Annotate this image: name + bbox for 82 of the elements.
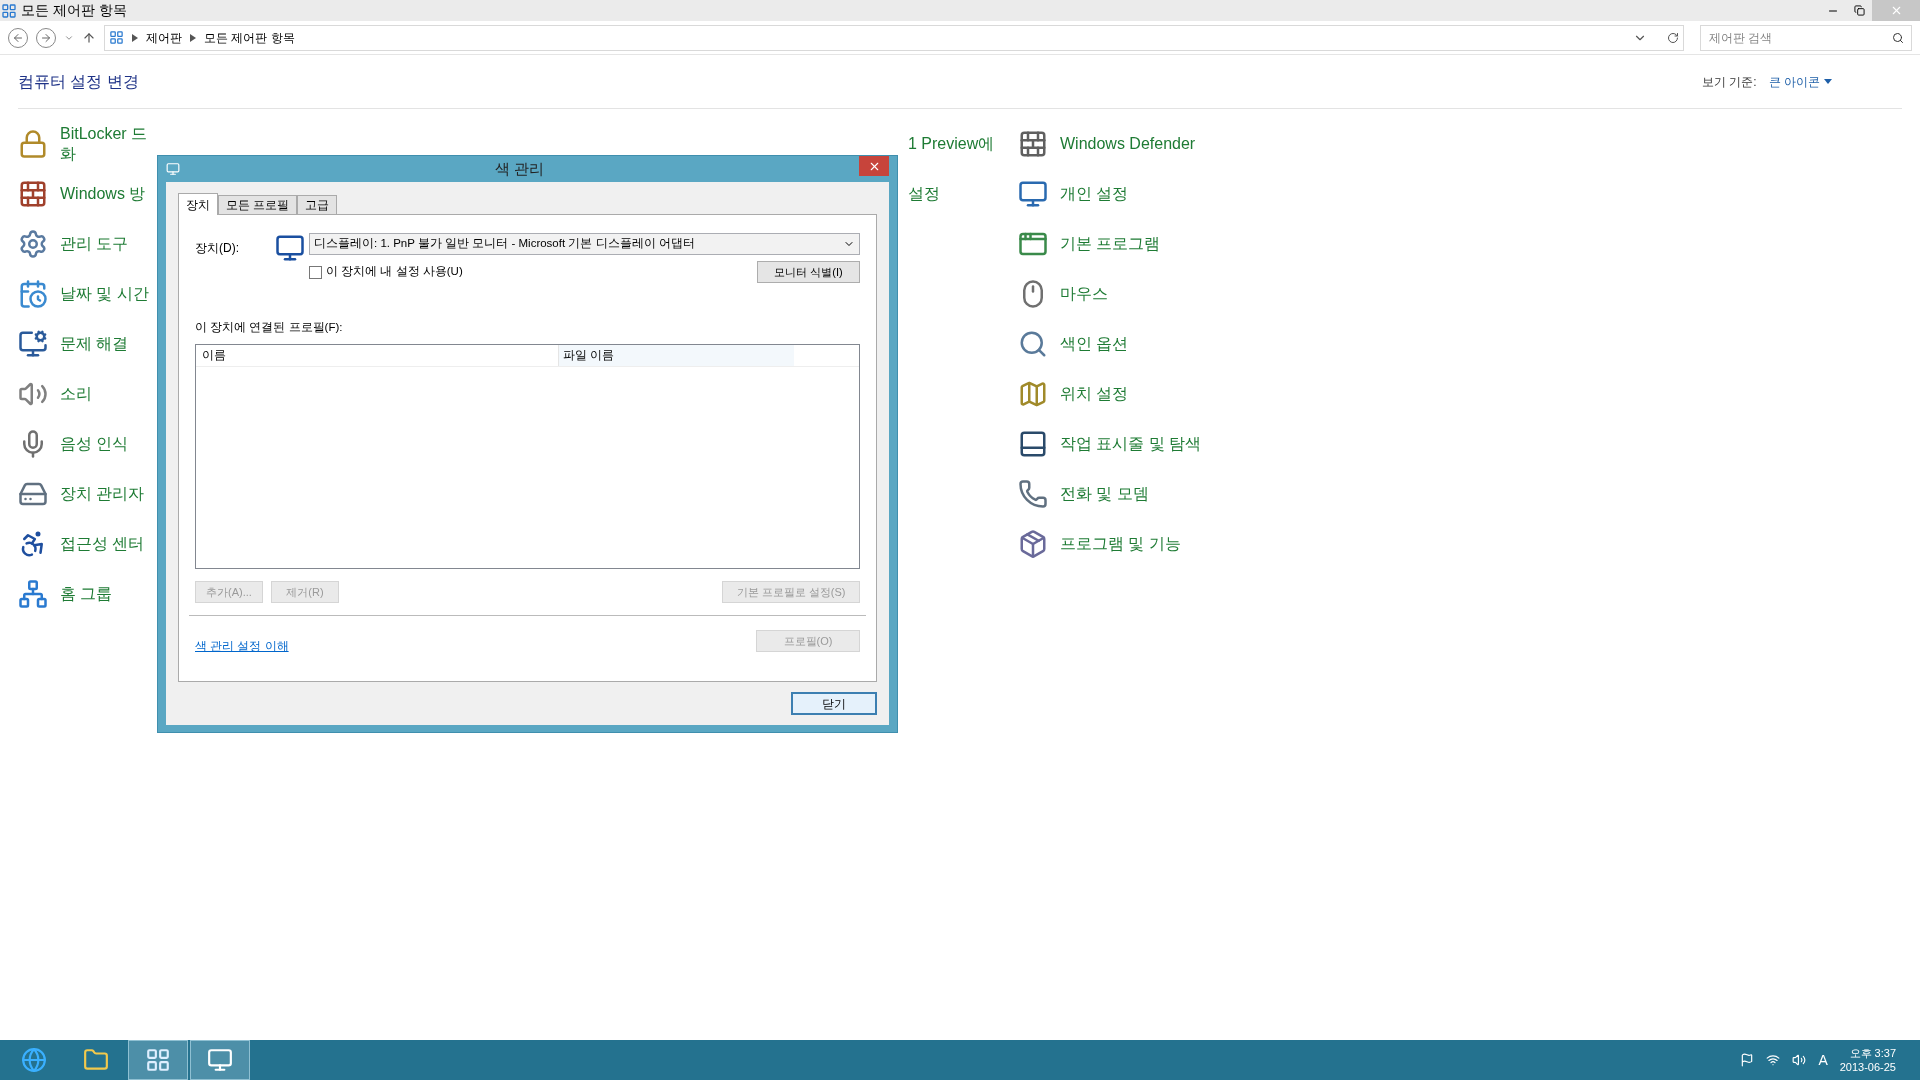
window-title: 모든 제어판 항목 bbox=[21, 1, 127, 20]
control-panel-icon bbox=[109, 30, 124, 45]
address-bar[interactable]: 제어판 모든 제어판 항목 bbox=[104, 24, 1684, 51]
calendar-icon bbox=[18, 279, 48, 309]
tab[interactable]: 장치 bbox=[178, 193, 218, 215]
control-panel-link[interactable]: 홈 그룹 bbox=[60, 584, 113, 604]
breadcrumb[interactable]: 제어판 bbox=[146, 28, 182, 47]
gear-icon bbox=[18, 229, 48, 259]
close-button[interactable] bbox=[859, 156, 889, 176]
control-panel-link[interactable]: 소리 bbox=[60, 384, 92, 404]
tab[interactable]: 고급 bbox=[297, 195, 338, 214]
device-label: 장치(D): bbox=[195, 240, 240, 257]
phone-icon bbox=[1018, 479, 1048, 509]
search-icon[interactable] bbox=[1892, 31, 1904, 44]
search-icon bbox=[1018, 329, 1048, 359]
restore-icon bbox=[1853, 5, 1865, 16]
monitor-icon bbox=[18, 329, 48, 359]
control-panel-link[interactable]: 음성 인식 bbox=[60, 434, 129, 454]
help-link[interactable]: 색 관리 설정 이해 bbox=[195, 638, 289, 656]
device-dropdown[interactable]: 디스플레이: 1. PnP 불가 일반 모니터 - Microsoft 기본 디스플레이 어댑터 bbox=[309, 233, 860, 255]
control-panel-link[interactable]: 기본 프로그램 bbox=[1060, 234, 1161, 254]
taskbar-icon bbox=[1018, 429, 1048, 459]
checkbox-label: 이 장치에 내 설정 사용(U) bbox=[326, 264, 463, 280]
grid-icon bbox=[145, 1047, 171, 1073]
back-arrow-icon bbox=[12, 31, 24, 44]
control-panel-link[interactable]: 관리 도구 bbox=[60, 234, 129, 254]
monitor-icon bbox=[207, 1047, 233, 1073]
page-heading: 컴퓨터 설정 변경 bbox=[18, 71, 139, 92]
profiles-label: 이 장치에 연결된 프로필(F): bbox=[195, 320, 344, 335]
control-panel-link[interactable]: 장치 관리자 bbox=[60, 484, 145, 504]
control-panel-link[interactable]: Windows Defender bbox=[1060, 134, 1196, 154]
refresh-icon[interactable] bbox=[1667, 31, 1679, 44]
forward-arrow-icon bbox=[40, 31, 52, 44]
dialog-title: 색 관리 bbox=[493, 158, 546, 179]
chevron-icon bbox=[132, 33, 138, 42]
control-panel-link[interactable]: 프로그램 및 기능 bbox=[1060, 534, 1181, 554]
folder-icon bbox=[83, 1047, 109, 1073]
network-icon bbox=[18, 579, 48, 609]
control-panel-link[interactable]: Windows 방 bbox=[60, 184, 146, 204]
volume-icon[interactable] bbox=[1792, 1053, 1807, 1067]
control-panel-link[interactable]: 1 Preview에 bbox=[908, 134, 995, 154]
brick-wall-icon bbox=[18, 179, 48, 209]
package-icon bbox=[1018, 529, 1048, 559]
control-panel-link[interactable]: 접근성 센터 bbox=[60, 534, 145, 554]
close-dialog-button[interactable]: 닫기 bbox=[791, 692, 877, 715]
view-by-label: 보기 기준: bbox=[1702, 73, 1757, 91]
control-panel-link[interactable]: 날짜 및 시간 bbox=[60, 284, 149, 304]
up-icon[interactable] bbox=[82, 30, 96, 45]
clock-date[interactable]: 2013-06-25 bbox=[1839, 1060, 1896, 1074]
clock-time[interactable]: 오후 3:37 bbox=[1849, 1046, 1896, 1060]
search-field[interactable]: 제어판 검색 bbox=[1700, 24, 1912, 51]
view-by-dropdown[interactable]: 큰 아이콘 bbox=[1768, 72, 1832, 91]
monitor-icon bbox=[166, 162, 180, 176]
monitor-icon bbox=[1018, 179, 1048, 209]
breadcrumb[interactable]: 모든 제어판 항목 bbox=[204, 28, 295, 47]
control-panel-link[interactable]: 개인 설정 bbox=[1060, 184, 1129, 204]
ime-indicator[interactable]: A bbox=[1818, 1049, 1828, 1071]
control-panel-link[interactable]: 작업 표시줄 및 탐색 bbox=[1060, 434, 1202, 454]
control-panel-icon bbox=[1, 2, 17, 19]
brick-wall-icon bbox=[1018, 129, 1048, 159]
monitor-icon bbox=[275, 233, 305, 263]
control-panel-link[interactable]: 마우스 bbox=[1060, 284, 1108, 304]
flag-icon[interactable] bbox=[1740, 1053, 1755, 1067]
taskbar-button[interactable] bbox=[190, 1040, 250, 1080]
checkbox[interactable] bbox=[309, 265, 322, 279]
chevron-icon bbox=[190, 33, 196, 42]
map-icon bbox=[1018, 379, 1048, 409]
control-panel-link[interactable]: BitLocker 드 화 bbox=[60, 124, 148, 164]
caret-icon bbox=[1824, 79, 1832, 84]
profiles-list[interactable]: 이름 파일 이름 bbox=[195, 344, 860, 570]
network-icon[interactable] bbox=[1766, 1053, 1781, 1067]
identify-monitors-button[interactable]: 모니터 식별(I) bbox=[757, 261, 860, 283]
control-panel-link[interactable]: 전화 및 모뎀 bbox=[1060, 484, 1149, 504]
control-panel-link[interactable]: 문제 해결 bbox=[60, 334, 129, 354]
taskbar-button[interactable] bbox=[128, 1040, 188, 1080]
lock-icon bbox=[18, 129, 48, 159]
column-header[interactable]: 파일 이름 bbox=[559, 345, 794, 367]
control-panel-link[interactable]: 색인 옵션 bbox=[1060, 334, 1129, 354]
globe-icon bbox=[21, 1047, 47, 1073]
control-panel-link[interactable]: 설정 bbox=[908, 184, 940, 204]
control-panel-link[interactable]: 위치 설정 bbox=[1060, 384, 1129, 404]
tab[interactable]: 모든 프로필 bbox=[218, 195, 298, 214]
